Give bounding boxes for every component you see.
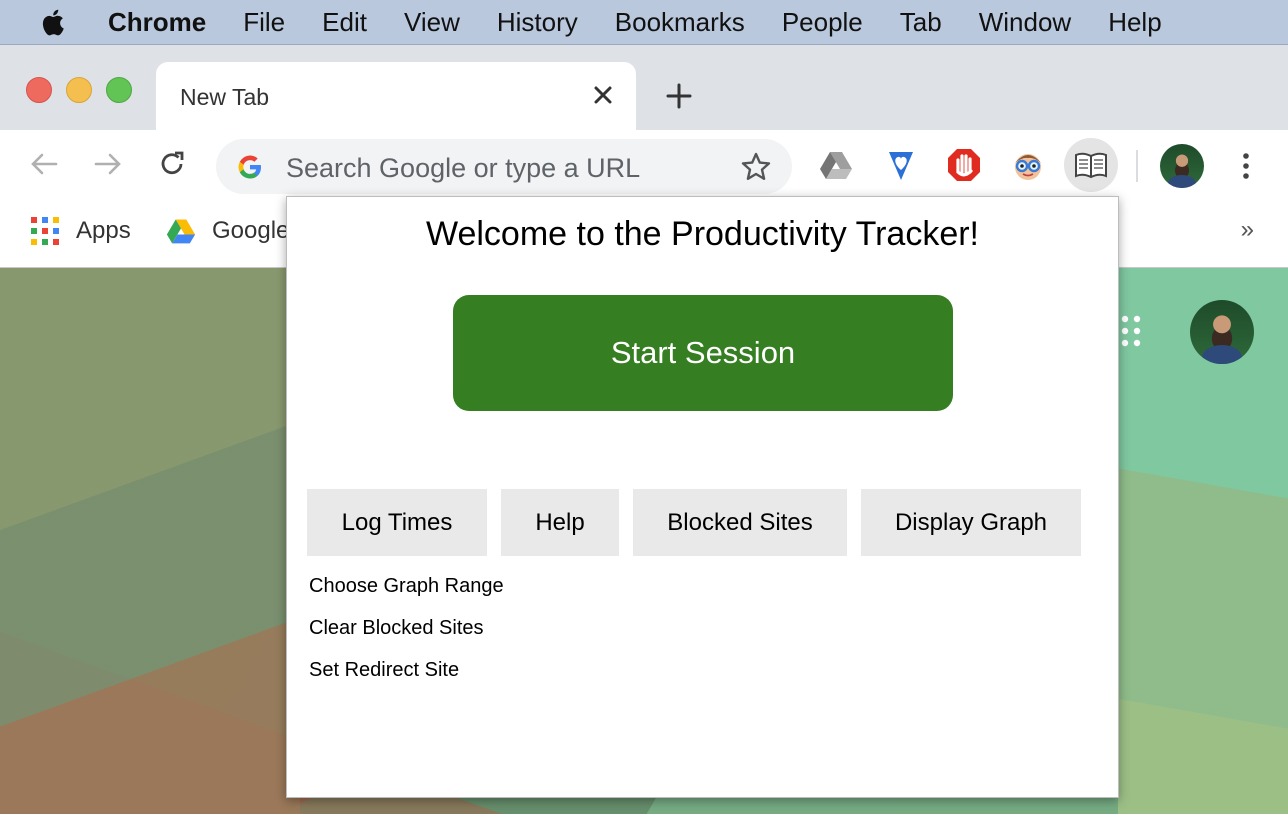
google-apps-launcher-icon[interactable] xyxy=(1120,314,1144,348)
reload-icon[interactable] xyxy=(156,148,188,180)
menu-tab[interactable]: Tab xyxy=(900,7,942,38)
google-g-icon xyxy=(238,155,261,179)
set-redirect-site-link[interactable]: Set Redirect Site xyxy=(309,659,459,682)
popup-title: Welcome to the Productivity Tracker! xyxy=(425,215,979,253)
menu-window[interactable]: Window xyxy=(979,7,1071,38)
clear-blocked-sites-link[interactable]: Clear Blocked Sites xyxy=(309,617,484,640)
heart-shield-extension[interactable] xyxy=(880,144,922,186)
macos-menu-bar: Chrome File Edit View History Bookmarks … xyxy=(0,0,1288,45)
forward-arrow-icon[interactable] xyxy=(92,148,124,180)
window-zoom-button[interactable] xyxy=(106,77,132,103)
tab-new-tab[interactable]: New Tab xyxy=(156,62,636,130)
new-tab-plus-icon[interactable] xyxy=(664,81,694,111)
bookmark-apps[interactable]: Apps xyxy=(30,216,131,246)
background-shard xyxy=(0,268,300,814)
menu-bookmarks[interactable]: Bookmarks xyxy=(615,7,745,38)
bookmark-apps-label: Apps xyxy=(76,217,131,244)
apps-grid-icon xyxy=(31,217,59,245)
menu-file[interactable]: File xyxy=(243,7,285,38)
menu-help[interactable]: Help xyxy=(1108,7,1161,38)
tab-strip: New Tab xyxy=(0,45,1288,130)
start-session-button[interactable]: Start Session xyxy=(453,295,953,411)
bookmark-star-icon[interactable] xyxy=(740,151,772,183)
display-graph-button[interactable]: Display Graph xyxy=(861,489,1081,556)
log-times-button[interactable]: Log Times xyxy=(307,489,487,556)
choose-graph-range-link[interactable]: Choose Graph Range xyxy=(309,575,504,598)
blocked-sites-button[interactable]: Blocked Sites xyxy=(633,489,847,556)
toolbar-separator xyxy=(1136,150,1138,182)
menu-edit[interactable]: Edit xyxy=(322,7,367,38)
productivity-tracker-extension[interactable] xyxy=(1064,138,1118,192)
menu-people[interactable]: People xyxy=(782,7,863,38)
glasses-face-extension[interactable] xyxy=(1007,144,1049,186)
menu-app-name[interactable]: Chrome xyxy=(108,7,206,38)
window-minimize-button[interactable] xyxy=(66,77,92,103)
bookmarks-overflow-chevron[interactable]: » xyxy=(1241,216,1254,244)
chrome-menu-kebab-icon[interactable] xyxy=(1232,150,1260,182)
apple-logo-icon[interactable] xyxy=(40,7,68,37)
profile-avatar[interactable] xyxy=(1160,144,1204,188)
bookmark-google-label: Google xyxy=(212,217,290,244)
tab-title: New Tab xyxy=(180,84,270,110)
help-button[interactable]: Help xyxy=(501,489,619,556)
window-close-button[interactable] xyxy=(26,77,52,103)
bookmark-google-drive[interactable]: Google xyxy=(166,216,289,246)
tab-close-icon[interactable] xyxy=(590,82,616,108)
omnibox[interactable] xyxy=(216,139,792,194)
productivity-tracker-popup: Welcome to the Productivity Tracker! Sta… xyxy=(286,196,1119,798)
heart-shield-icon xyxy=(889,152,913,180)
glasses-face-icon xyxy=(1015,154,1041,180)
google-drive-icon xyxy=(166,219,196,244)
google-drive-extension[interactable] xyxy=(815,144,857,186)
omnibox-input[interactable] xyxy=(284,149,728,187)
back-arrow-icon[interactable] xyxy=(28,148,60,180)
adblock-extension[interactable] xyxy=(943,144,985,186)
browser-toolbar xyxy=(0,130,1288,200)
book-icon xyxy=(1075,152,1107,179)
adblock-icon xyxy=(948,149,980,181)
menu-view[interactable]: View xyxy=(404,7,460,38)
menu-history[interactable]: History xyxy=(497,7,578,38)
ntp-account-avatar[interactable] xyxy=(1190,300,1254,364)
google-drive-icon xyxy=(820,152,852,179)
